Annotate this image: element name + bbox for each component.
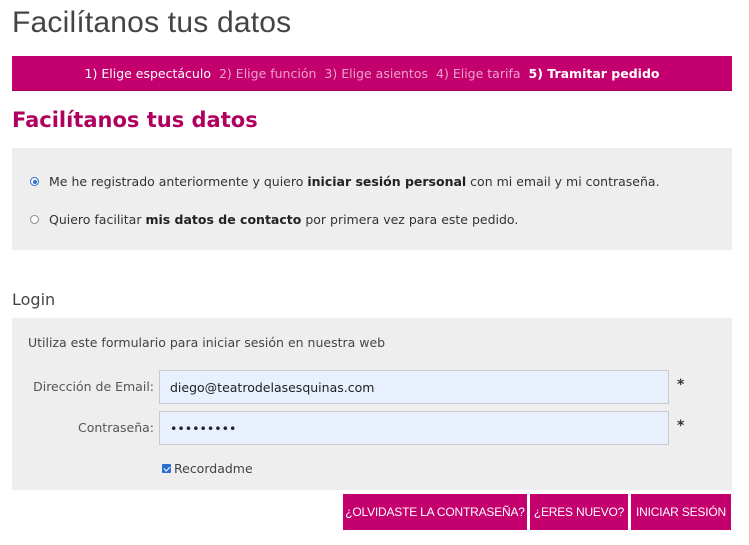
password-required-mark: * [677, 418, 685, 434]
radio-login[interactable] [30, 177, 39, 186]
step-number: 3) [324, 65, 338, 81]
email-required-mark: * [677, 377, 685, 393]
step-number: 2) [218, 65, 232, 81]
step-number: 4) [436, 65, 449, 81]
step-3: 3) Elige asientos [324, 66, 428, 81]
email-field[interactable] [159, 370, 669, 404]
step-4: 4) Elige tarifa [436, 66, 521, 81]
remember-checkbox[interactable] [162, 464, 171, 473]
remember-me[interactable]: Recordadme [162, 461, 253, 476]
step-label: Elige tarifa [452, 65, 521, 81]
step-label: Elige función [235, 65, 317, 81]
option-login[interactable]: Me he registrado anteriormente y quiero … [30, 174, 660, 189]
login-form: Utiliza este formulario para iniciar ses… [12, 318, 732, 490]
radio-new-contact[interactable] [30, 215, 39, 224]
password-label: Contraseña: [78, 420, 154, 435]
checkout-steps: 1) Elige espectáculo 2) Elige función 3)… [12, 56, 732, 91]
step-2: 2) Elige función [219, 66, 316, 81]
step-5: 5) Tramitar pedido [529, 66, 660, 81]
step-1[interactable]: 1) Elige espectáculo [85, 66, 211, 81]
password-field[interactable] [159, 411, 669, 445]
option-new-contact-label: Quiero facilitar mis datos de contacto p… [49, 212, 519, 227]
remember-label: Recordadme [174, 461, 253, 476]
page-title: Facilítanos tus datos [12, 6, 292, 39]
login-intro: Utiliza este formulario para iniciar ses… [28, 335, 386, 350]
step-label: Tramitar pedido [547, 65, 660, 81]
step-number: 5) [528, 65, 543, 81]
step-label: Elige espectáculo [101, 65, 211, 81]
customer-type-panel: Me he registrado anteriormente y quiero … [12, 148, 732, 250]
step-number: 1) [84, 65, 98, 81]
option-login-label: Me he registrado anteriormente y quiero … [49, 174, 660, 189]
section-title: Facilítanos tus datos [12, 108, 258, 132]
new-customer-button[interactable]: ¿ERES NUEVO? [530, 494, 628, 530]
step-label: Elige asientos [341, 65, 428, 81]
forgot-password-button[interactable]: ¿OLVIDASTE LA CONTRASEÑA? [343, 494, 527, 530]
option-new-contact[interactable]: Quiero facilitar mis datos de contacto p… [30, 212, 518, 227]
login-title: Login [12, 290, 56, 309]
email-label: Dirección de Email: [33, 379, 154, 394]
login-button[interactable]: INICIAR SESIÓN [631, 494, 731, 530]
